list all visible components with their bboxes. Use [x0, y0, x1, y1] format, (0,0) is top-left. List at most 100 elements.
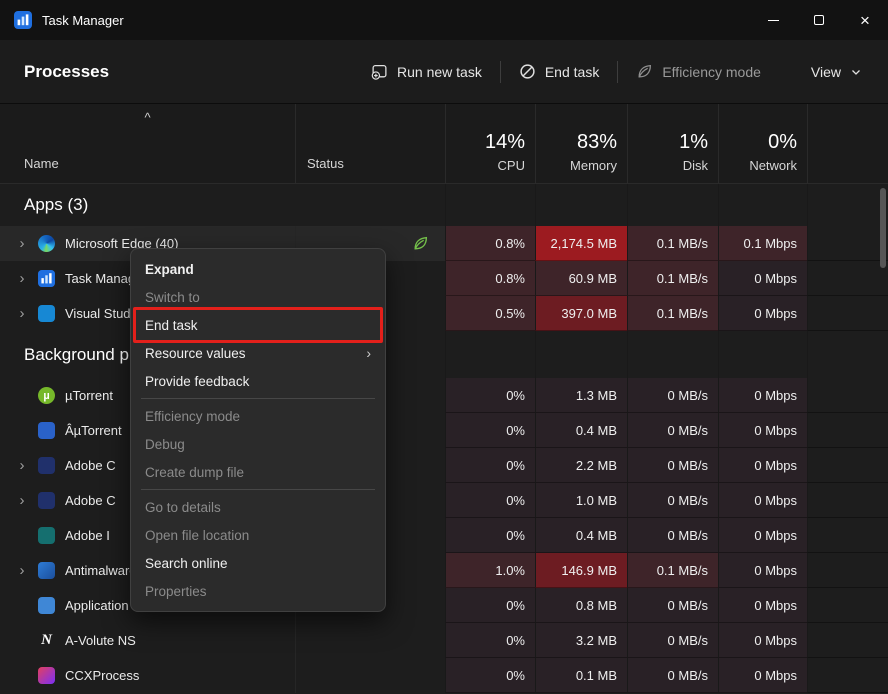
column-header-name[interactable]: ^ Name [0, 104, 295, 183]
process-row[interactable]: CCXProcess 0% 0.1 MB 0 MB/s 0 Mbps [0, 658, 888, 693]
row-gutter [807, 413, 888, 448]
edge-app-icon [38, 235, 55, 252]
network-cell: 0 Mbps [718, 553, 807, 588]
toolbar: Processes Run new task End task Efficien… [0, 40, 888, 104]
utorrent-web-app-icon [38, 422, 55, 439]
memory-cell: 2,174.5 MB [535, 226, 627, 261]
end-task-button[interactable]: End task [507, 55, 611, 88]
network-total-percent: 0% [768, 131, 797, 154]
cpu-cell: 0% [445, 588, 535, 623]
process-name: Adobe C [65, 493, 116, 508]
cpu-cell: 0% [445, 623, 535, 658]
cpu-column-label: CPU [498, 158, 525, 173]
column-header-network[interactable]: 0% Network [718, 104, 807, 183]
memory-total-percent: 83% [577, 131, 617, 154]
maximize-icon [814, 15, 824, 25]
memory-cell: 0.8 MB [535, 588, 627, 623]
menu-item-provide-feedback[interactable]: Provide feedback [131, 367, 385, 395]
row-gutter [807, 588, 888, 623]
memory-cell: 1.0 MB [535, 483, 627, 518]
context-menu: Expand Switch to End task Resource value… [130, 248, 386, 612]
column-header-cpu[interactable]: 14% CPU [445, 104, 535, 183]
menu-item-expand[interactable]: Expand [131, 255, 385, 283]
row-gutter [807, 296, 888, 331]
menu-item-end-task[interactable]: End task [131, 311, 385, 339]
window-title: Task Manager [42, 13, 124, 28]
application-frame-host-icon [38, 597, 55, 614]
menu-item-create-dump-file[interactable]: Create dump file [131, 458, 385, 486]
window-controls: × [750, 0, 888, 40]
expand-chevron-icon[interactable]: › [14, 270, 30, 287]
efficiency-mode-button[interactable]: Efficiency mode [624, 55, 773, 88]
process-name: Adobe C [65, 458, 116, 473]
disk-cell: 0.1 MB/s [627, 553, 718, 588]
section-header-apps[interactable]: Apps (3) [0, 184, 888, 226]
process-name: CCXProcess [65, 668, 139, 683]
disk-cell: 0 MB/s [627, 588, 718, 623]
end-task-icon [519, 63, 536, 80]
view-button[interactable]: View [799, 56, 874, 88]
column-header-memory[interactable]: 83% Memory [535, 104, 627, 183]
cpu-cell: 0% [445, 413, 535, 448]
efficiency-mode-label: Efficiency mode [662, 64, 761, 80]
process-row[interactable]: N A-Volute NS 0% 3.2 MB 0 MB/s 0 Mbps [0, 623, 888, 658]
row-gutter [807, 378, 888, 413]
row-gutter [807, 553, 888, 588]
disk-cell: 0 MB/s [627, 658, 718, 693]
cpu-cell: 0% [445, 378, 535, 413]
minimize-button[interactable] [750, 0, 796, 40]
expand-chevron-icon[interactable]: › [14, 305, 30, 322]
sort-ascending-icon: ^ [144, 110, 150, 125]
expand-chevron-icon[interactable]: › [14, 235, 30, 252]
maximize-button[interactable] [796, 0, 842, 40]
column-header-status[interactable]: Status [295, 104, 445, 183]
process-name: ÂµTorrent [65, 423, 122, 438]
disk-cell: 0 MB/s [627, 413, 718, 448]
row-gutter [807, 623, 888, 658]
disk-column-label: Disk [683, 158, 708, 173]
menu-item-resource-values[interactable]: Resource values › [131, 339, 385, 367]
menu-item-switch-to[interactable]: Switch to [131, 283, 385, 311]
network-cell: 0 Mbps [718, 261, 807, 296]
menu-item-open-file-location[interactable]: Open file location [131, 521, 385, 549]
memory-cell: 0.1 MB [535, 658, 627, 693]
section-cell [445, 331, 535, 378]
run-new-task-button[interactable]: Run new task [359, 55, 494, 88]
menu-item-go-to-details[interactable]: Go to details [131, 493, 385, 521]
expand-chevron-icon[interactable]: › [14, 457, 30, 474]
expand-chevron-icon[interactable]: › [14, 492, 30, 509]
adobe-app-icon [38, 457, 55, 474]
expand-chevron-icon[interactable]: › [14, 562, 30, 579]
close-button[interactable]: × [842, 0, 888, 40]
task-manager-logo-icon [14, 11, 32, 29]
section-cell [535, 184, 627, 226]
cpu-cell: 0.5% [445, 296, 535, 331]
network-cell: 0 Mbps [718, 296, 807, 331]
row-gutter [807, 483, 888, 518]
run-new-task-label: Run new task [397, 64, 482, 80]
name-column-label: Name [24, 156, 59, 171]
memory-cell: 3.2 MB [535, 623, 627, 658]
menu-item-debug[interactable]: Debug [131, 430, 385, 458]
row-gutter [807, 658, 888, 693]
memory-cell: 2.2 MB [535, 448, 627, 483]
apps-section-label: Apps (3) [0, 184, 445, 226]
status-column-label: Status [307, 156, 344, 171]
adobe-service-app-icon [38, 527, 55, 544]
menu-item-end-task-label: End task [145, 318, 198, 333]
section-cell [807, 184, 888, 226]
column-header-disk[interactable]: 1% Disk [627, 104, 718, 183]
vscode-app-icon [38, 305, 55, 322]
cpu-total-percent: 14% [485, 131, 525, 154]
cpu-cell: 0% [445, 518, 535, 553]
network-cell: 0 Mbps [718, 518, 807, 553]
scrollbar-thumb[interactable] [880, 188, 886, 268]
status-cell [295, 658, 445, 693]
network-cell: 0 Mbps [718, 413, 807, 448]
process-name: Adobe I [65, 528, 110, 543]
menu-item-efficiency-mode[interactable]: Efficiency mode [131, 402, 385, 430]
toolbar-actions: Run new task End task Efficiency mode Vi… [359, 55, 874, 88]
menu-item-properties[interactable]: Properties [131, 577, 385, 605]
minimize-icon [768, 20, 779, 21]
menu-item-search-online[interactable]: Search online [131, 549, 385, 577]
